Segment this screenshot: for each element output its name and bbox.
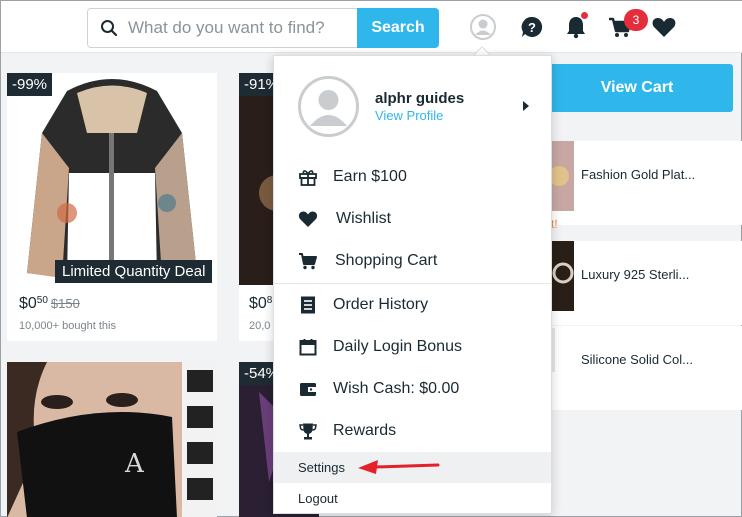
annotation-arrow-icon <box>358 460 440 474</box>
help-icon[interactable]: ? <box>519 14 545 40</box>
heart-icon <box>298 211 318 227</box>
menu-item-rewards[interactable]: Rewards <box>274 410 551 452</box>
menu-item-label: Wishlist <box>336 210 392 227</box>
receipt-icon <box>301 296 315 314</box>
cart-item[interactable]: Luxury 925 Sterli... <box>541 241 742 325</box>
svg-text:A: A <box>124 449 145 479</box>
menu-item-label: Shopping Cart <box>335 252 438 269</box>
calendar-icon <box>299 339 317 356</box>
cart-item-name: Silicone Solid Col... <box>581 352 693 367</box>
product-card[interactable]: -99% Limited Quantity Deal $050 $150 10,0… <box>7 73 217 341</box>
search-input[interactable] <box>128 17 348 39</box>
cart-count-badge: 3 <box>624 9 648 31</box>
profile-name: alphr guides <box>375 90 465 107</box>
menu-item-wishlist[interactable]: Wishlist <box>274 198 551 240</box>
menu-item-label: Earn $100 <box>333 168 407 185</box>
search-icon <box>101 20 118 37</box>
menu-item-order-history[interactable]: Order History <box>274 284 551 326</box>
heart-icon[interactable] <box>651 14 677 40</box>
menu-item-label: Wish Cash: $0.00 <box>333 380 460 397</box>
bought-count: 20,0 <box>249 320 271 332</box>
limited-deal-badge: Limited Quantity Deal <box>55 260 213 283</box>
cart-icon <box>299 253 317 270</box>
product-card[interactable]: A <box>7 362 217 517</box>
menu-item-label: Settings <box>298 460 345 475</box>
menu-item-wish-cash[interactable]: Wish Cash: $0.00 <box>274 368 551 410</box>
view-profile-link[interactable]: View Profile <box>375 108 443 123</box>
menu-item-label: Rewards <box>333 422 397 439</box>
cart-item-name: Fashion Gold Plat... <box>581 167 696 182</box>
menu-item-label: Logout <box>298 491 338 506</box>
menu-item-shopping-cart[interactable]: Shopping Cart <box>274 240 551 282</box>
bought-count: 10,000+ bought this <box>19 320 116 332</box>
search-button[interactable]: Search <box>357 8 439 48</box>
svg-text:?: ? <box>528 20 536 35</box>
cart-item[interactable]: Silicone Solid Col... <box>541 326 742 410</box>
trophy-icon <box>299 423 317 440</box>
menu-item-label: Daily Login Bonus <box>333 338 462 355</box>
avatar-icon <box>298 76 359 137</box>
product-image: A <box>7 362 217 517</box>
top-header: Search ? 3 <box>1 1 742 53</box>
cart-item-name: Luxury 925 Sterli... <box>581 267 690 282</box>
product-price: $08 <box>249 295 273 312</box>
discount-badge: -99% <box>7 73 53 96</box>
menu-item-daily-login-bonus[interactable]: Daily Login Bonus <box>274 326 551 368</box>
account-dropdown-menu: alphr guides View Profile Earn $100 Wish… <box>273 55 552 514</box>
profile-avatar-icon[interactable] <box>470 14 496 40</box>
menu-item-logout[interactable]: Logout <box>274 483 551 514</box>
wallet-icon <box>300 383 316 396</box>
notification-dot <box>581 12 588 19</box>
profile-row[interactable]: alphr guides View Profile <box>274 56 551 156</box>
view-cart-button[interactable]: View Cart <box>541 64 733 112</box>
product-price: $050 $150 <box>19 295 80 312</box>
chevron-right-icon <box>523 101 529 111</box>
menu-item-earn[interactable]: Earn $100 <box>274 156 551 198</box>
menu-item-label: Order History <box>333 296 429 313</box>
search-box[interactable] <box>87 8 358 48</box>
gift-icon <box>299 170 317 186</box>
cart-item[interactable]: Fashion Gold Plat... <box>541 141 742 225</box>
product-image <box>7 73 217 285</box>
